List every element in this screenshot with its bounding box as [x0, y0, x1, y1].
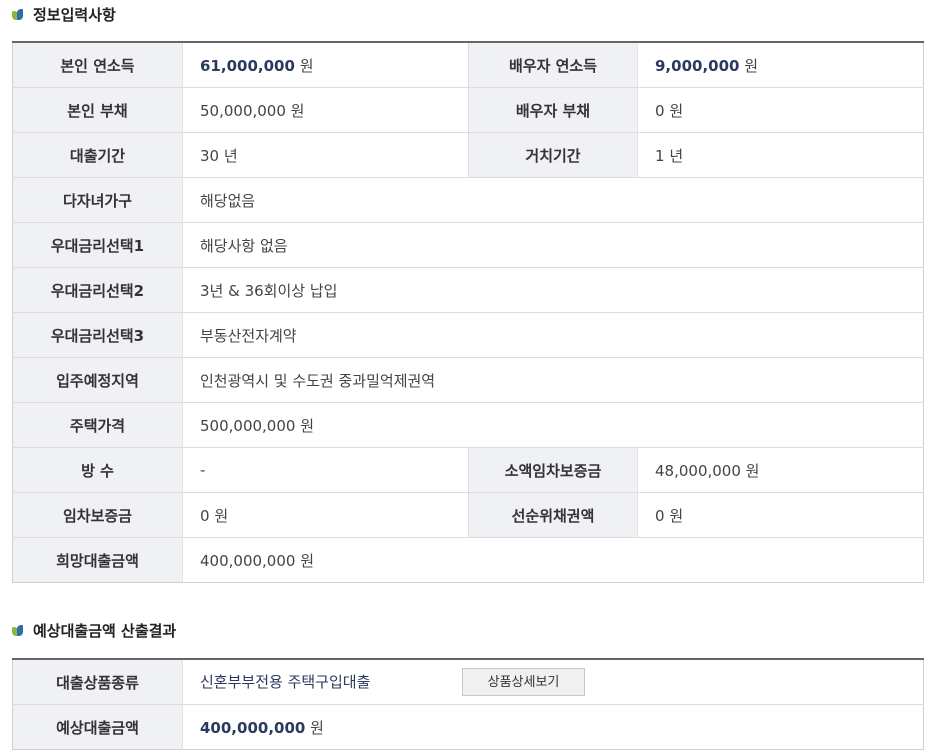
small-deposit-value: 48,000,000 원 [637, 447, 924, 493]
row-label: 소액임차보증금 [468, 447, 638, 493]
product-detail-button[interactable]: 상품상세보기 [462, 668, 585, 696]
row-label: 우대금리선택1 [12, 222, 183, 268]
senior-bond-value: 0 원 [637, 492, 924, 538]
row-label: 예상대출금액 [12, 704, 183, 750]
table-row: 임차보증금 0 원 선순위채권액 0 원 [12, 492, 924, 538]
row-label: 선순위채권액 [468, 492, 638, 538]
spouse-income-value: 9,000,000 원 [637, 42, 924, 88]
section-title-input-info: 정보입력사항 [12, 4, 116, 24]
spouse-debt-value: 0 원 [637, 87, 924, 133]
book-bullet-icon [12, 624, 24, 636]
section-title-text: 예상대출금액 산출결과 [33, 621, 177, 640]
row-label: 임차보증금 [12, 492, 183, 538]
product-name: 신혼부부전용 주택구입대출 [200, 672, 371, 691]
row-label: 희망대출금액 [12, 537, 183, 583]
row-label: 배우자 연소득 [468, 42, 638, 88]
table-row: 대출상품종류 신혼부부전용 주택구입대출 상품상세보기 [12, 659, 924, 705]
input-info-table: 본인 연소득 61,000,000 원 배우자 연소득 9,000,000 원 … [12, 41, 924, 583]
book-bullet-icon [12, 8, 24, 20]
house-price-value: 500,000,000 원 [182, 402, 924, 448]
row-label: 입주예정지역 [12, 357, 183, 403]
row-label: 우대금리선택3 [12, 312, 183, 358]
section-title-result: 예상대출금액 산출결과 [12, 620, 176, 640]
row-label: 우대금리선택2 [12, 267, 183, 313]
table-row: 우대금리선택2 3년 & 36회이상 납입 [12, 267, 924, 313]
self-debt-value: 50,000,000 원 [182, 87, 469, 133]
multi-child-value: 해당없음 [182, 177, 924, 223]
row-label: 본인 연소득 [12, 42, 183, 88]
pref-rate-2-value: 3년 & 36회이상 납입 [182, 267, 924, 313]
row-label: 주택가격 [12, 402, 183, 448]
pref-rate-1-value: 해당사항 없음 [182, 222, 924, 268]
table-row: 방 수 - 소액임차보증금 48,000,000 원 [12, 447, 924, 493]
table-row: 예상대출금액 400,000,000 원 [12, 704, 924, 750]
row-label: 방 수 [12, 447, 183, 493]
table-row: 본인 부채 50,000,000 원 배우자 부채 0 원 [12, 87, 924, 133]
result-table: 대출상품종류 신혼부부전용 주택구입대출 상품상세보기 예상대출금액 400,00… [12, 658, 924, 750]
row-label: 대출기간 [12, 132, 183, 178]
self-income-value: 61,000,000 원 [182, 42, 469, 88]
grace-period-value: 1 년 [637, 132, 924, 178]
row-label: 배우자 부채 [468, 87, 638, 133]
lease-deposit-value: 0 원 [182, 492, 469, 538]
table-row: 다자녀가구 해당없음 [12, 177, 924, 223]
table-row: 희망대출금액 400,000,000 원 [12, 537, 924, 583]
section-title-text: 정보입력사항 [33, 5, 116, 24]
expected-amount-value: 400,000,000 원 [182, 704, 924, 750]
desired-loan-value: 400,000,000 원 [182, 537, 924, 583]
row-label: 대출상품종류 [12, 659, 183, 705]
loan-period-value: 30 년 [182, 132, 469, 178]
table-row: 본인 연소득 61,000,000 원 배우자 연소득 9,000,000 원 [12, 42, 924, 88]
pref-rate-3-value: 부동산전자계약 [182, 312, 924, 358]
table-row: 주택가격 500,000,000 원 [12, 402, 924, 448]
region-value: 인천광역시 및 수도권 중과밀억제권역 [182, 357, 924, 403]
table-row: 입주예정지역 인천광역시 및 수도권 중과밀억제권역 [12, 357, 924, 403]
row-label: 본인 부채 [12, 87, 183, 133]
product-type-value: 신혼부부전용 주택구입대출 상품상세보기 [182, 659, 924, 705]
table-row: 우대금리선택1 해당사항 없음 [12, 222, 924, 268]
table-row: 우대금리선택3 부동산전자계약 [12, 312, 924, 358]
rooms-value: - [182, 447, 469, 493]
row-label: 거치기간 [468, 132, 638, 178]
table-row: 대출기간 30 년 거치기간 1 년 [12, 132, 924, 178]
row-label: 다자녀가구 [12, 177, 183, 223]
